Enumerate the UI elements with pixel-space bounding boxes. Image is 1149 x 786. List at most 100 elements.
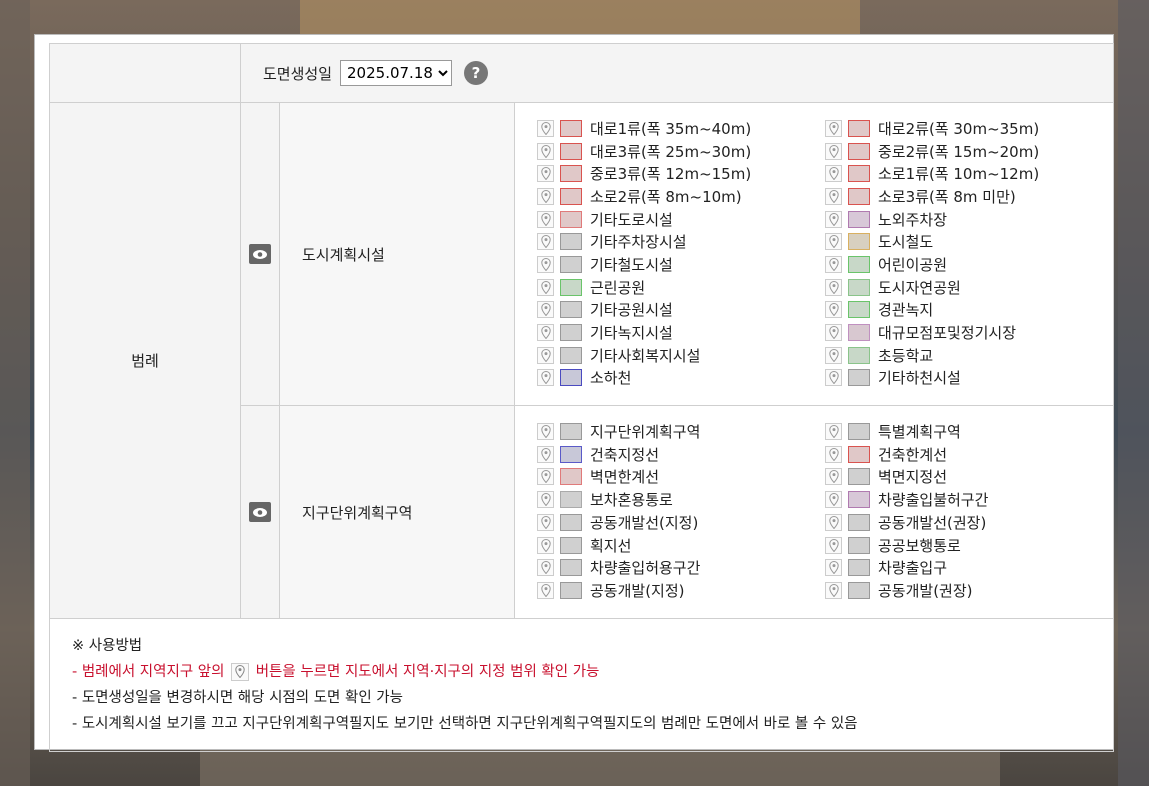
legend-item-label: 건축지정선	[590, 445, 660, 464]
legend-item-label: 중로2류(폭 15m~20m)	[878, 142, 1040, 161]
legend-swatch	[560, 581, 582, 599]
map-pin-icon[interactable]	[825, 165, 842, 183]
map-pin-icon[interactable]	[537, 423, 554, 441]
map-pin-icon[interactable]	[537, 255, 554, 273]
legend-grid: 지구단위계획구역 특별계획구역 건축지정선 건축한계선 벽면한계선 벽면지정선 보차혼용통로…	[515, 406, 1113, 618]
legend-item: 기타사회복지시설	[537, 344, 825, 367]
map-pin-icon[interactable]	[537, 301, 554, 319]
legend-item-label: 차량출입불허구간	[878, 491, 989, 510]
legend-item-label: 차량출입허용구간	[590, 559, 701, 578]
map-pin-icon[interactable]	[537, 491, 554, 509]
legend-item-label: 도시철도	[878, 233, 934, 252]
legend-item: 차량출입불허구간	[825, 488, 1113, 511]
background-building	[1118, 0, 1149, 786]
map-pin-icon[interactable]	[825, 210, 842, 228]
legend-item-label: 경관녹지	[878, 301, 934, 320]
legend-item-label: 소로1류(폭 10m~12m)	[878, 165, 1040, 184]
map-pin-icon[interactable]	[537, 581, 554, 599]
eye-icon[interactable]	[249, 502, 271, 522]
background-building	[200, 750, 1000, 786]
legend-swatch	[560, 559, 582, 577]
map-pin-icon[interactable]	[825, 445, 842, 463]
legend-item: 공공보행통로	[825, 534, 1113, 557]
legend-swatch	[848, 255, 870, 273]
map-pin-icon[interactable]	[825, 187, 842, 205]
map-pin-icon[interactable]	[537, 233, 554, 251]
legend-grid: 대로1류(폭 35m~40m) 대로2류(폭 30m~35m) 대로3류(폭 25m…	[515, 103, 1113, 405]
map-pin-icon[interactable]	[537, 468, 554, 486]
map-pin-icon[interactable]	[537, 165, 554, 183]
legend-item-label: 획지선	[590, 536, 632, 555]
map-pin-icon[interactable]	[825, 346, 842, 364]
legend-item: 경관녹지	[825, 299, 1113, 322]
legend-swatch	[560, 324, 582, 342]
eye-cell	[240, 405, 280, 619]
map-pin-icon[interactable]	[537, 210, 554, 228]
map-pin-icon[interactable]	[537, 324, 554, 342]
map-pin-icon[interactable]	[537, 187, 554, 205]
map-pin-icon[interactable]	[825, 233, 842, 251]
legend-item: 특별계획구역	[825, 420, 1113, 443]
map-pin-icon[interactable]	[537, 119, 554, 137]
legend-swatch	[560, 513, 582, 531]
legend-table: 도면생성일 2025.07.18 ? 범례 도시계획시설 대로1류(폭 35m~…	[49, 43, 1114, 752]
map-pin-icon[interactable]	[537, 536, 554, 554]
legend-item: 소로2류(폭 8m~10m)	[537, 185, 825, 208]
map-pin-icon[interactable]	[825, 301, 842, 319]
legend-item-label: 근린공원	[590, 278, 646, 297]
legend-swatch	[560, 423, 582, 441]
map-pin-icon[interactable]	[537, 513, 554, 531]
note-text: - 범례에서 지역지구 앞의	[72, 663, 225, 680]
legend-item: 대로2류(폭 30m~35m)	[825, 117, 1113, 140]
map-pin-icon[interactable]	[825, 581, 842, 599]
map-pin-icon[interactable]	[537, 559, 554, 577]
legend-swatch	[848, 423, 870, 441]
legend-swatch	[560, 210, 582, 228]
map-pin-icon[interactable]	[537, 445, 554, 463]
legend-swatch	[848, 233, 870, 251]
legend-swatch	[560, 468, 582, 486]
map-pin-icon[interactable]	[825, 423, 842, 441]
map-pin-icon[interactable]	[537, 346, 554, 364]
map-pin-icon[interactable]	[825, 255, 842, 273]
map-pin-icon[interactable]	[825, 491, 842, 509]
legend-item-label: 기타철도시설	[590, 255, 673, 274]
legend-item-label: 대로1류(폭 35m~40m)	[590, 119, 752, 138]
section-legend-cell: 지구단위계획구역 특별계획구역 건축지정선 건축한계선 벽면한계선 벽면지정선 보차혼용통로…	[514, 405, 1114, 619]
legend-item-label: 어린이공원	[878, 255, 948, 274]
date-select[interactable]: 2025.07.18	[340, 60, 453, 86]
map-pin-icon[interactable]	[537, 369, 554, 387]
map-pin-icon[interactable]	[825, 369, 842, 387]
legend-swatch	[560, 278, 582, 296]
map-pin-icon[interactable]	[825, 468, 842, 486]
map-pin-icon[interactable]	[825, 513, 842, 531]
map-pin-icon[interactable]	[537, 142, 554, 160]
legend-item-label: 보차혼용통로	[590, 491, 673, 510]
legend-item-label: 벽면한계선	[590, 468, 660, 487]
map-pin-icon[interactable]	[825, 559, 842, 577]
section-title: 도시계획시설	[279, 101, 515, 407]
legend-item-label: 대규모점포및정기시장	[878, 324, 1017, 343]
map-pin-icon[interactable]	[537, 278, 554, 296]
eye-icon[interactable]	[249, 244, 271, 265]
map-pin-icon[interactable]	[825, 278, 842, 296]
map-pin-icon[interactable]	[825, 324, 842, 342]
legend-item: 소로1류(폭 10m~12m)	[825, 162, 1113, 185]
legend-item-label: 기타도로시설	[590, 210, 673, 229]
legend-swatch	[848, 278, 870, 296]
map-pin-icon[interactable]	[825, 536, 842, 554]
question-icon[interactable]: ?	[464, 61, 489, 85]
legend-item-label: 기타공원시설	[590, 301, 673, 320]
legend-item: 대규모점포및정기시장	[825, 321, 1113, 344]
legend-item: 공동개발(지정)	[537, 579, 825, 602]
legend-item-label: 특별계획구역	[878, 423, 961, 442]
legend-item: 기타철도시설	[537, 253, 825, 276]
notes-cell: ※ 사용방법 - 범례에서 지역지구 앞의 버튼을 누르면 지도에서 지역·지구…	[49, 617, 1114, 752]
legend-swatch	[848, 210, 870, 228]
map-pin-icon[interactable]	[825, 142, 842, 160]
legend-swatch	[560, 142, 582, 160]
map-pin-icon[interactable]	[825, 119, 842, 137]
legend-item-label: 대로2류(폭 30m~35m)	[878, 119, 1040, 138]
legend-item: 도시철도	[825, 230, 1113, 253]
legend-item: 기타주차장시설	[537, 230, 825, 253]
